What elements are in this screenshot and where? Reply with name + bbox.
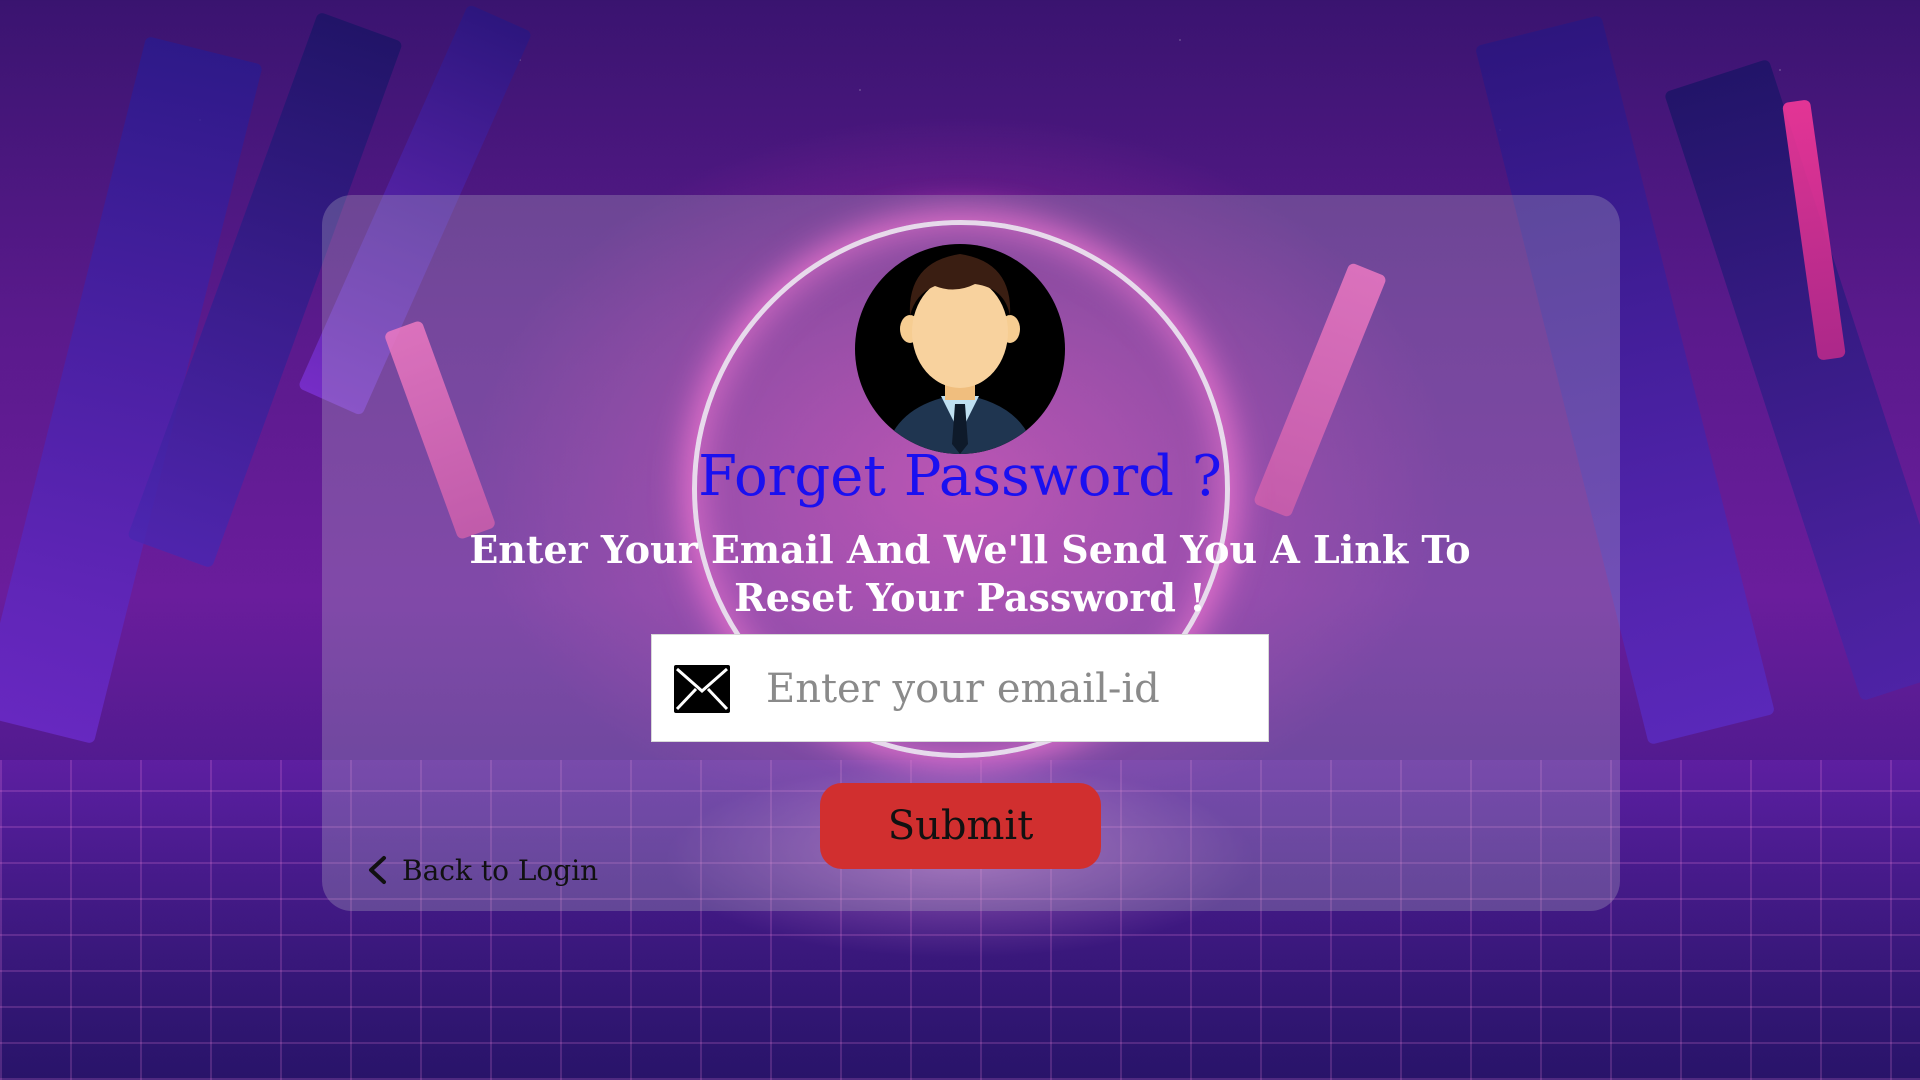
submit-button[interactable]: Submit	[820, 783, 1101, 869]
user-avatar-icon	[855, 244, 1065, 454]
page-subtitle: Enter Your Email And We'll Send You A Li…	[469, 527, 1471, 620]
email-input[interactable]	[764, 653, 1248, 725]
chevron-left-icon	[366, 855, 388, 885]
email-field[interactable]	[651, 634, 1269, 742]
envelope-icon	[674, 665, 730, 713]
page-title: Forget Password ?	[698, 444, 1222, 509]
back-to-login-label: Back to Login	[402, 853, 599, 887]
back-to-login-link[interactable]: Back to Login	[366, 848, 598, 892]
